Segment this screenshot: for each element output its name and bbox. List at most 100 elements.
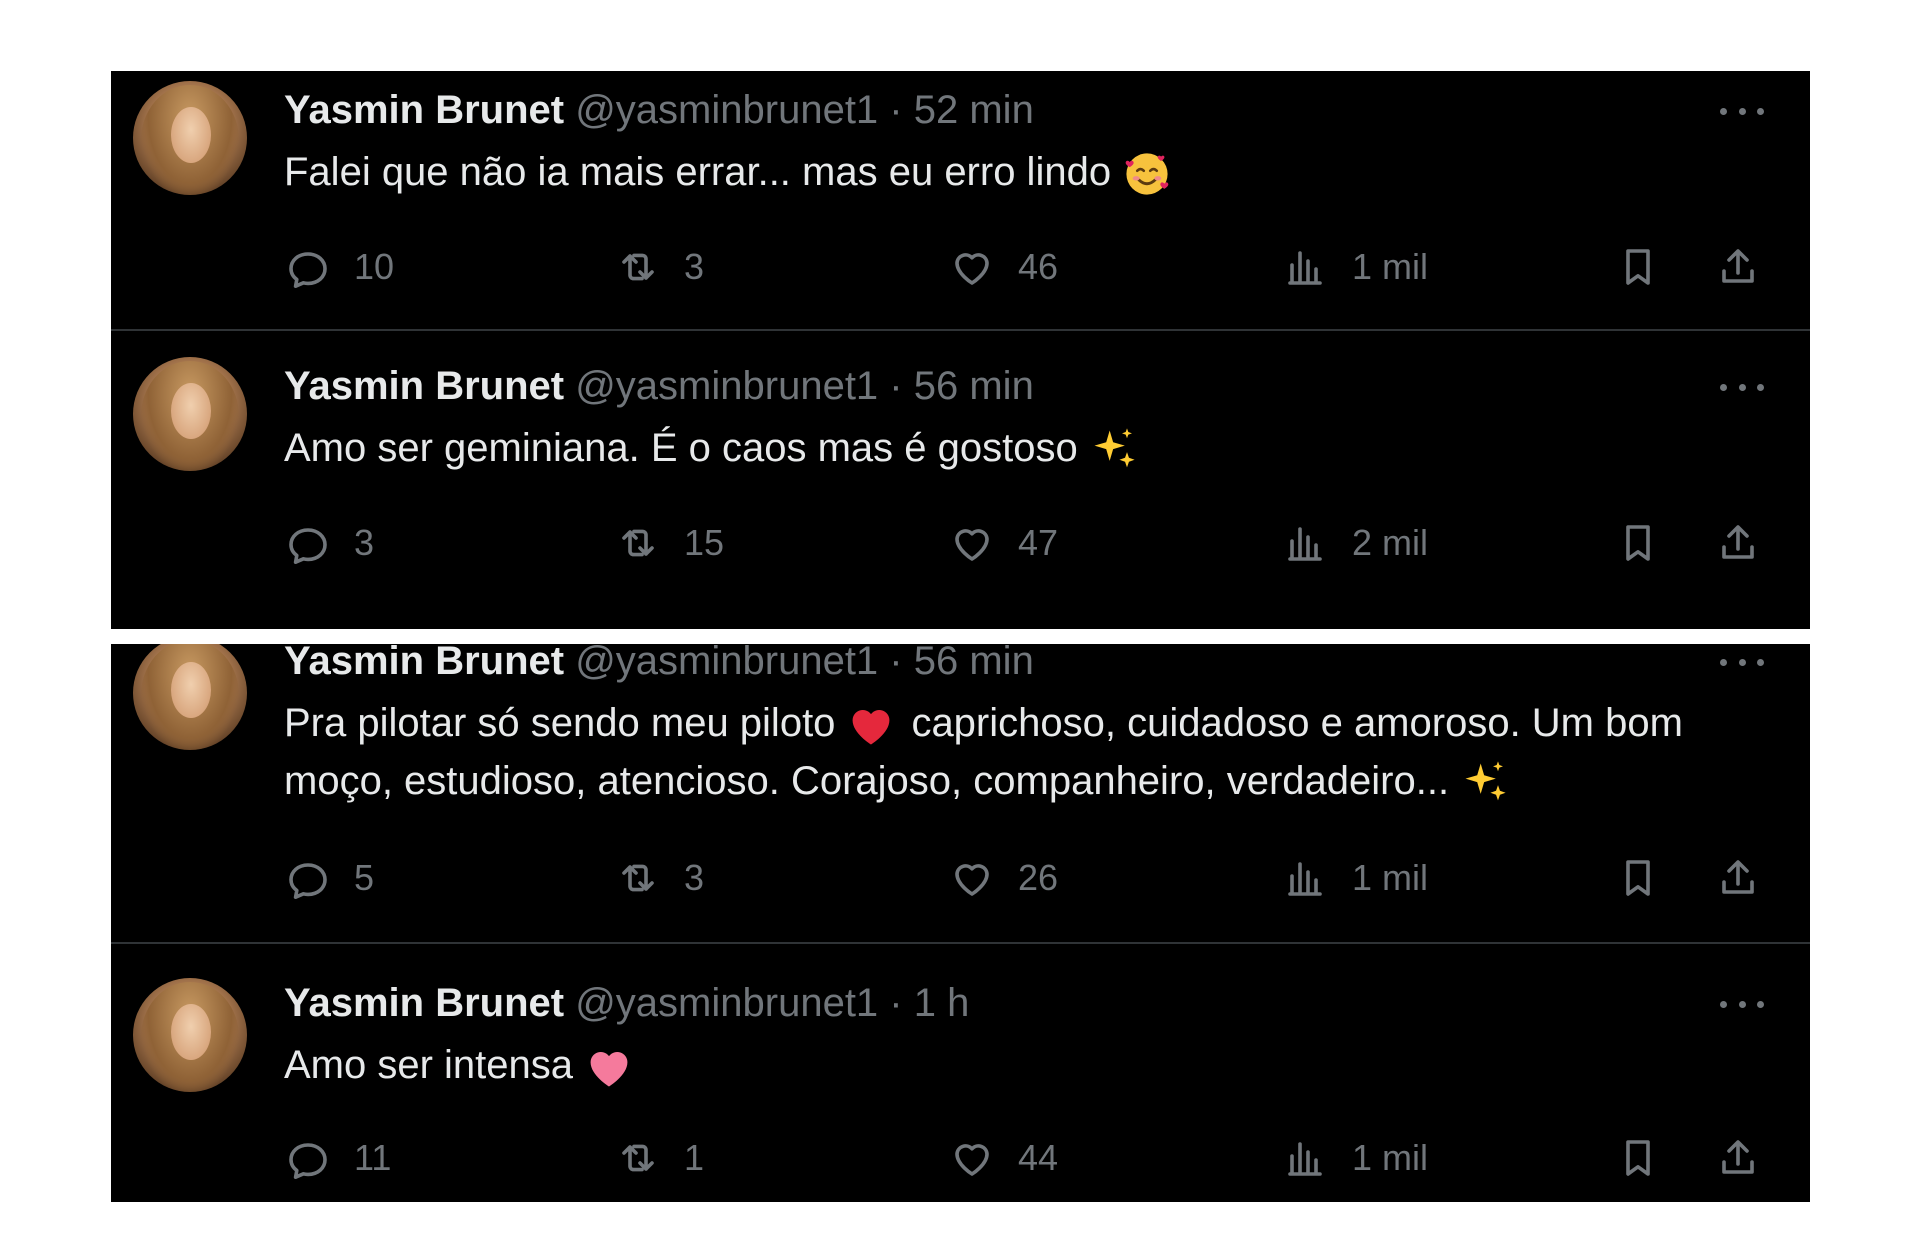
- retweet-count: 3: [684, 857, 705, 898]
- reply-count: 10: [354, 246, 395, 287]
- like-button[interactable]: 26: [948, 850, 1058, 906]
- display-name[interactable]: Yasmin Brunet: [284, 981, 564, 1025]
- retweet-icon: [622, 253, 654, 281]
- share-button[interactable]: [1714, 1130, 1762, 1186]
- retweet-button[interactable]: 3: [614, 850, 704, 906]
- tweet-actions: 11 1 44 1 mil: [284, 1130, 1764, 1186]
- views-button[interactable]: 2 mil: [1282, 515, 1428, 571]
- bookmark-button[interactable]: [1614, 515, 1662, 571]
- separator: ·: [889, 88, 903, 132]
- view-count: 1 mil: [1352, 1137, 1429, 1178]
- tweet[interactable]: Yasmin Brunet @yasminbrunet1 · 56 min Am…: [111, 331, 1810, 629]
- heart-icon: [955, 253, 989, 285]
- like-button[interactable]: 46: [948, 239, 1058, 295]
- tweet-actions: 10 3 46 1 mil: [284, 239, 1764, 295]
- tweet-text: Pra pilotar só sendo meu piloto caprichos…: [284, 694, 1754, 810]
- timestamp[interactable]: 56 min: [914, 644, 1034, 683]
- share-button[interactable]: [1714, 515, 1762, 571]
- bookmark-button[interactable]: [1614, 1130, 1662, 1186]
- tweet-header: Yasmin Brunet @yasminbrunet1 · 52 min: [284, 85, 1034, 135]
- timestamp[interactable]: 1 h: [914, 981, 970, 1025]
- views-chart-icon: [1288, 251, 1322, 285]
- user-handle[interactable]: @yasminbrunet1: [575, 88, 878, 132]
- retweet-icon: [622, 1144, 654, 1172]
- reply-button[interactable]: 5: [284, 850, 374, 906]
- retweet-button[interactable]: 3: [614, 239, 704, 295]
- like-count: 44: [1018, 1137, 1059, 1178]
- retweet-button[interactable]: 15: [614, 515, 724, 571]
- reply-count: 5: [354, 857, 375, 898]
- reply-button[interactable]: 3: [284, 515, 374, 571]
- tweet-actions: 5 3 26 1 mil: [284, 850, 1764, 906]
- tweet-header: Yasmin Brunet @yasminbrunet1 · 1 h: [284, 978, 969, 1028]
- timestamp[interactable]: 52 min: [914, 88, 1034, 132]
- display-name[interactable]: Yasmin Brunet: [284, 644, 564, 683]
- tweet[interactable]: Yasmin Brunet @yasminbrunet1 · 56 min Pr…: [111, 644, 1810, 944]
- tweet-text-content-part1: Pra pilotar só sendo meu piloto: [284, 701, 836, 745]
- more-options-icon[interactable]: [1720, 652, 1764, 672]
- share-icon: [1722, 249, 1754, 283]
- views-button[interactable]: 1 mil: [1282, 239, 1428, 295]
- more-options-icon[interactable]: [1720, 377, 1764, 397]
- reply-button[interactable]: 10: [284, 239, 394, 295]
- avatar[interactable]: [133, 357, 247, 471]
- more-options-icon[interactable]: [1720, 101, 1764, 121]
- reply-button[interactable]: 11: [284, 1130, 391, 1186]
- retweet-icon: [622, 864, 654, 892]
- tweet-text-content: Amo ser intensa: [284, 1043, 574, 1087]
- retweet-count: 1: [684, 1137, 705, 1178]
- avatar[interactable]: [133, 81, 247, 195]
- share-icon: [1722, 1140, 1754, 1174]
- tweet[interactable]: Yasmin Brunet @yasminbrunet1 · 52 min Fa…: [111, 71, 1810, 331]
- avatar[interactable]: [133, 644, 247, 750]
- sparkles-icon: [1465, 761, 1506, 801]
- user-handle[interactable]: @yasminbrunet1: [575, 981, 878, 1025]
- views-chart-icon: [1288, 862, 1322, 896]
- smiling-face-with-hearts-icon: [1124, 152, 1170, 197]
- pink-heart-icon: [590, 1052, 628, 1087]
- reply-count: 11: [354, 1137, 392, 1178]
- heart-icon: [955, 529, 989, 561]
- retweet-button[interactable]: 1: [614, 1130, 704, 1186]
- retweet-count: 3: [684, 246, 705, 287]
- sparkles-icon: [1094, 428, 1135, 468]
- avatar[interactable]: [133, 978, 247, 1092]
- display-name[interactable]: Yasmin Brunet: [284, 364, 564, 408]
- tweet-text: Falei que não ia mais errar... mas eu er…: [284, 143, 1754, 201]
- views-button[interactable]: 1 mil: [1282, 850, 1428, 906]
- like-count: 47: [1018, 522, 1059, 563]
- tweet-text-content: Falei que não ia mais errar... mas eu er…: [284, 150, 1112, 194]
- more-options-icon[interactable]: [1720, 994, 1764, 1014]
- tweet[interactable]: Yasmin Brunet @yasminbrunet1 · 1 h Amo s…: [111, 944, 1810, 1202]
- bookmark-icon: [1626, 860, 1650, 896]
- tweet-text-content: Amo ser geminiana. É o caos mas é gostos…: [284, 426, 1078, 470]
- bookmark-icon: [1626, 249, 1650, 285]
- timestamp[interactable]: 56 min: [914, 364, 1034, 408]
- screenshot-panel-bottom: Yasmin Brunet @yasminbrunet1 · 56 min Pr…: [111, 644, 1810, 1202]
- view-count: 1 mil: [1352, 857, 1429, 898]
- user-handle[interactable]: @yasminbrunet1: [575, 364, 878, 408]
- like-button[interactable]: 47: [948, 515, 1058, 571]
- share-icon: [1722, 860, 1754, 894]
- bookmark-button[interactable]: [1614, 239, 1662, 295]
- like-button[interactable]: 44: [948, 1130, 1058, 1186]
- bookmark-icon: [1626, 525, 1650, 561]
- views-chart-icon: [1288, 1142, 1322, 1176]
- separator: ·: [889, 364, 903, 408]
- heart-icon: [955, 1144, 989, 1176]
- reply-icon: [289, 863, 327, 900]
- red-heart-icon: [853, 710, 890, 745]
- share-button[interactable]: [1714, 239, 1762, 295]
- reply-icon: [289, 252, 327, 289]
- user-handle[interactable]: @yasminbrunet1: [575, 644, 878, 683]
- tweet-header: Yasmin Brunet @yasminbrunet1 · 56 min: [284, 361, 1034, 411]
- screenshot-panel-top: Yasmin Brunet @yasminbrunet1 · 52 min Fa…: [111, 71, 1810, 629]
- share-button[interactable]: [1714, 850, 1762, 906]
- tweet-header: Yasmin Brunet @yasminbrunet1 · 56 min: [284, 644, 1034, 686]
- separator: ·: [889, 644, 903, 683]
- views-button[interactable]: 1 mil: [1282, 1130, 1428, 1186]
- share-icon: [1722, 525, 1754, 559]
- display-name[interactable]: Yasmin Brunet: [284, 88, 564, 132]
- retweet-count: 15: [684, 522, 725, 563]
- bookmark-button[interactable]: [1614, 850, 1662, 906]
